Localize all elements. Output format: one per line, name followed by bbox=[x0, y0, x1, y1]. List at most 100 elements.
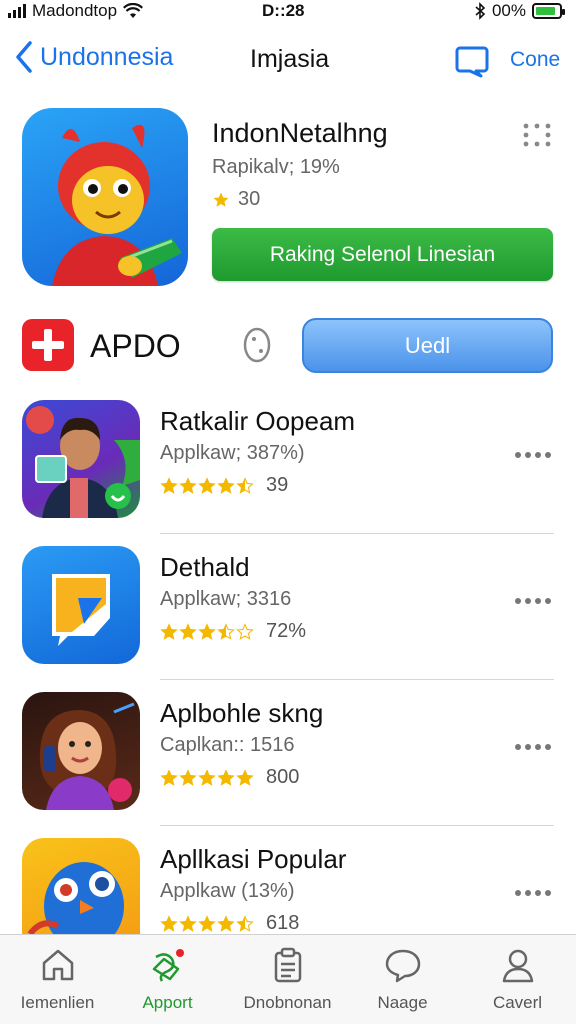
plus-logo-icon bbox=[32, 329, 64, 361]
app-name: Dethald bbox=[160, 552, 250, 582]
cone-button[interactable]: Cone bbox=[510, 48, 560, 72]
rating-count: 800 bbox=[266, 766, 300, 788]
tab-label: Iemenlien bbox=[20, 993, 95, 1012]
nav-bar: Undonnesia Imjasia Cone bbox=[0, 36, 576, 86]
document-logo-icon bbox=[52, 574, 110, 646]
star-icon bbox=[198, 914, 216, 932]
featured-app-icon bbox=[22, 108, 188, 286]
list-item[interactable]: Dethald Applkaw; 3316 72% bbox=[0, 538, 576, 683]
star-icon bbox=[198, 622, 216, 640]
app-subtitle: Applkaw; 387%) bbox=[160, 442, 305, 464]
back-label: Undonnesia bbox=[40, 42, 174, 71]
bluetooth-icon bbox=[475, 2, 486, 20]
clipboard-icon bbox=[274, 947, 301, 983]
tab-bar: Iemenlien Apport Dnobnonan Naage Caverl bbox=[0, 934, 576, 1024]
star-rating bbox=[160, 476, 254, 495]
status-left: Madondtop bbox=[8, 1, 144, 21]
tab-label: Naage bbox=[377, 993, 428, 1012]
person-icon bbox=[502, 949, 533, 983]
star-rating bbox=[160, 768, 254, 787]
star-icon bbox=[160, 768, 178, 786]
tab-home[interactable]: Iemenlien bbox=[0, 935, 115, 1024]
star-rating bbox=[160, 914, 254, 933]
star-icon bbox=[179, 476, 197, 494]
page-title: Imjasia bbox=[250, 45, 330, 73]
divider bbox=[160, 533, 554, 534]
star-icon bbox=[236, 622, 254, 640]
featured-rating-count: 30 bbox=[238, 188, 261, 210]
featured-app-title: IndonNetalhng bbox=[212, 118, 388, 148]
app-rating: 800 bbox=[160, 766, 299, 789]
tab-label: Apport bbox=[142, 993, 193, 1012]
star-icon bbox=[160, 914, 178, 932]
more-icon[interactable] bbox=[514, 738, 552, 756]
star-rating bbox=[160, 622, 254, 641]
person-thumbnail-icon bbox=[26, 406, 140, 518]
more-grid-icon[interactable] bbox=[522, 122, 552, 148]
star-icon bbox=[160, 622, 178, 640]
list-item[interactable]: Aplbohle skng Caplkan:: 1516 800 bbox=[0, 684, 576, 829]
tab-label: Dnobnonan bbox=[243, 993, 332, 1012]
app-name: Aplbohle skng bbox=[160, 698, 324, 728]
app-icon bbox=[22, 692, 140, 810]
section-logo bbox=[22, 319, 74, 371]
tab-label: Caverl bbox=[492, 993, 543, 1012]
info-icon[interactable] bbox=[240, 326, 274, 364]
rating-count: 618 bbox=[266, 912, 300, 934]
star-icon bbox=[198, 476, 216, 494]
star-icon bbox=[179, 914, 197, 932]
more-icon[interactable] bbox=[514, 884, 552, 902]
rating-count: 72% bbox=[266, 620, 307, 642]
search-icon[interactable] bbox=[454, 44, 490, 78]
featured-app: IndonNetalhng Rapikalv; 19% 30 Raking Se… bbox=[0, 100, 576, 300]
app-subtitle: Applkaw; 3316 bbox=[160, 588, 292, 610]
divider bbox=[160, 825, 554, 826]
section-button[interactable]: Uedl bbox=[302, 318, 553, 373]
star-icon bbox=[236, 476, 254, 494]
star-icon bbox=[179, 768, 197, 786]
app-icon bbox=[22, 546, 140, 664]
star-icon bbox=[160, 476, 178, 494]
app-name: Ratkalir Oopeam bbox=[160, 406, 356, 436]
app-icon bbox=[22, 400, 140, 518]
app-rating: 39 bbox=[160, 474, 288, 497]
battery-level bbox=[536, 7, 555, 15]
star-icon bbox=[217, 914, 235, 932]
tab-apps[interactable]: Apport bbox=[110, 935, 225, 1024]
more-icon[interactable] bbox=[514, 446, 552, 464]
woman-thumbnail-icon bbox=[39, 702, 135, 810]
star-icon bbox=[213, 192, 229, 207]
star-icon bbox=[217, 622, 235, 640]
star-icon bbox=[198, 768, 216, 786]
tab-clipboard[interactable]: Dnobnonan bbox=[230, 935, 345, 1024]
mascot-icon bbox=[52, 124, 182, 286]
featured-app-subtitle: Rapikalv; 19% bbox=[212, 156, 340, 178]
section-header: APDO Uedl bbox=[0, 312, 576, 376]
app-subtitle: Applkaw (13%) bbox=[160, 880, 295, 902]
app-name: Apllkasi Popular bbox=[160, 844, 347, 874]
divider bbox=[160, 679, 554, 680]
status-bar: Madondtop D::28 00% bbox=[0, 0, 576, 24]
star-icon bbox=[217, 476, 235, 494]
tab-messages[interactable]: Naage bbox=[345, 935, 460, 1024]
carrier-label: Madondtop bbox=[32, 1, 118, 20]
status-right: 00% bbox=[474, 1, 565, 21]
star-icon bbox=[236, 914, 254, 932]
home-icon bbox=[42, 949, 73, 981]
chevron-left-icon bbox=[16, 41, 32, 73]
star-icon bbox=[179, 622, 197, 640]
featured-action-button[interactable]: Raking Selenol Linesian bbox=[212, 228, 553, 281]
wifi-icon bbox=[123, 3, 144, 18]
chat-icon bbox=[385, 949, 420, 983]
app-rating: 618 bbox=[160, 912, 299, 935]
star-icon bbox=[236, 768, 254, 786]
more-icon[interactable] bbox=[514, 592, 552, 610]
rating-count: 39 bbox=[266, 474, 289, 496]
list-item[interactable]: Ratkalir Oopeam Applkaw; 387%) 39 bbox=[0, 392, 576, 537]
back-button[interactable]: Undonnesia bbox=[14, 40, 173, 74]
featured-app-rating: 30 bbox=[212, 188, 260, 211]
tab-profile[interactable]: Caverl bbox=[460, 935, 575, 1024]
star-icon bbox=[217, 768, 235, 786]
signal-icon bbox=[8, 4, 26, 18]
section-title: APDO bbox=[90, 328, 181, 364]
